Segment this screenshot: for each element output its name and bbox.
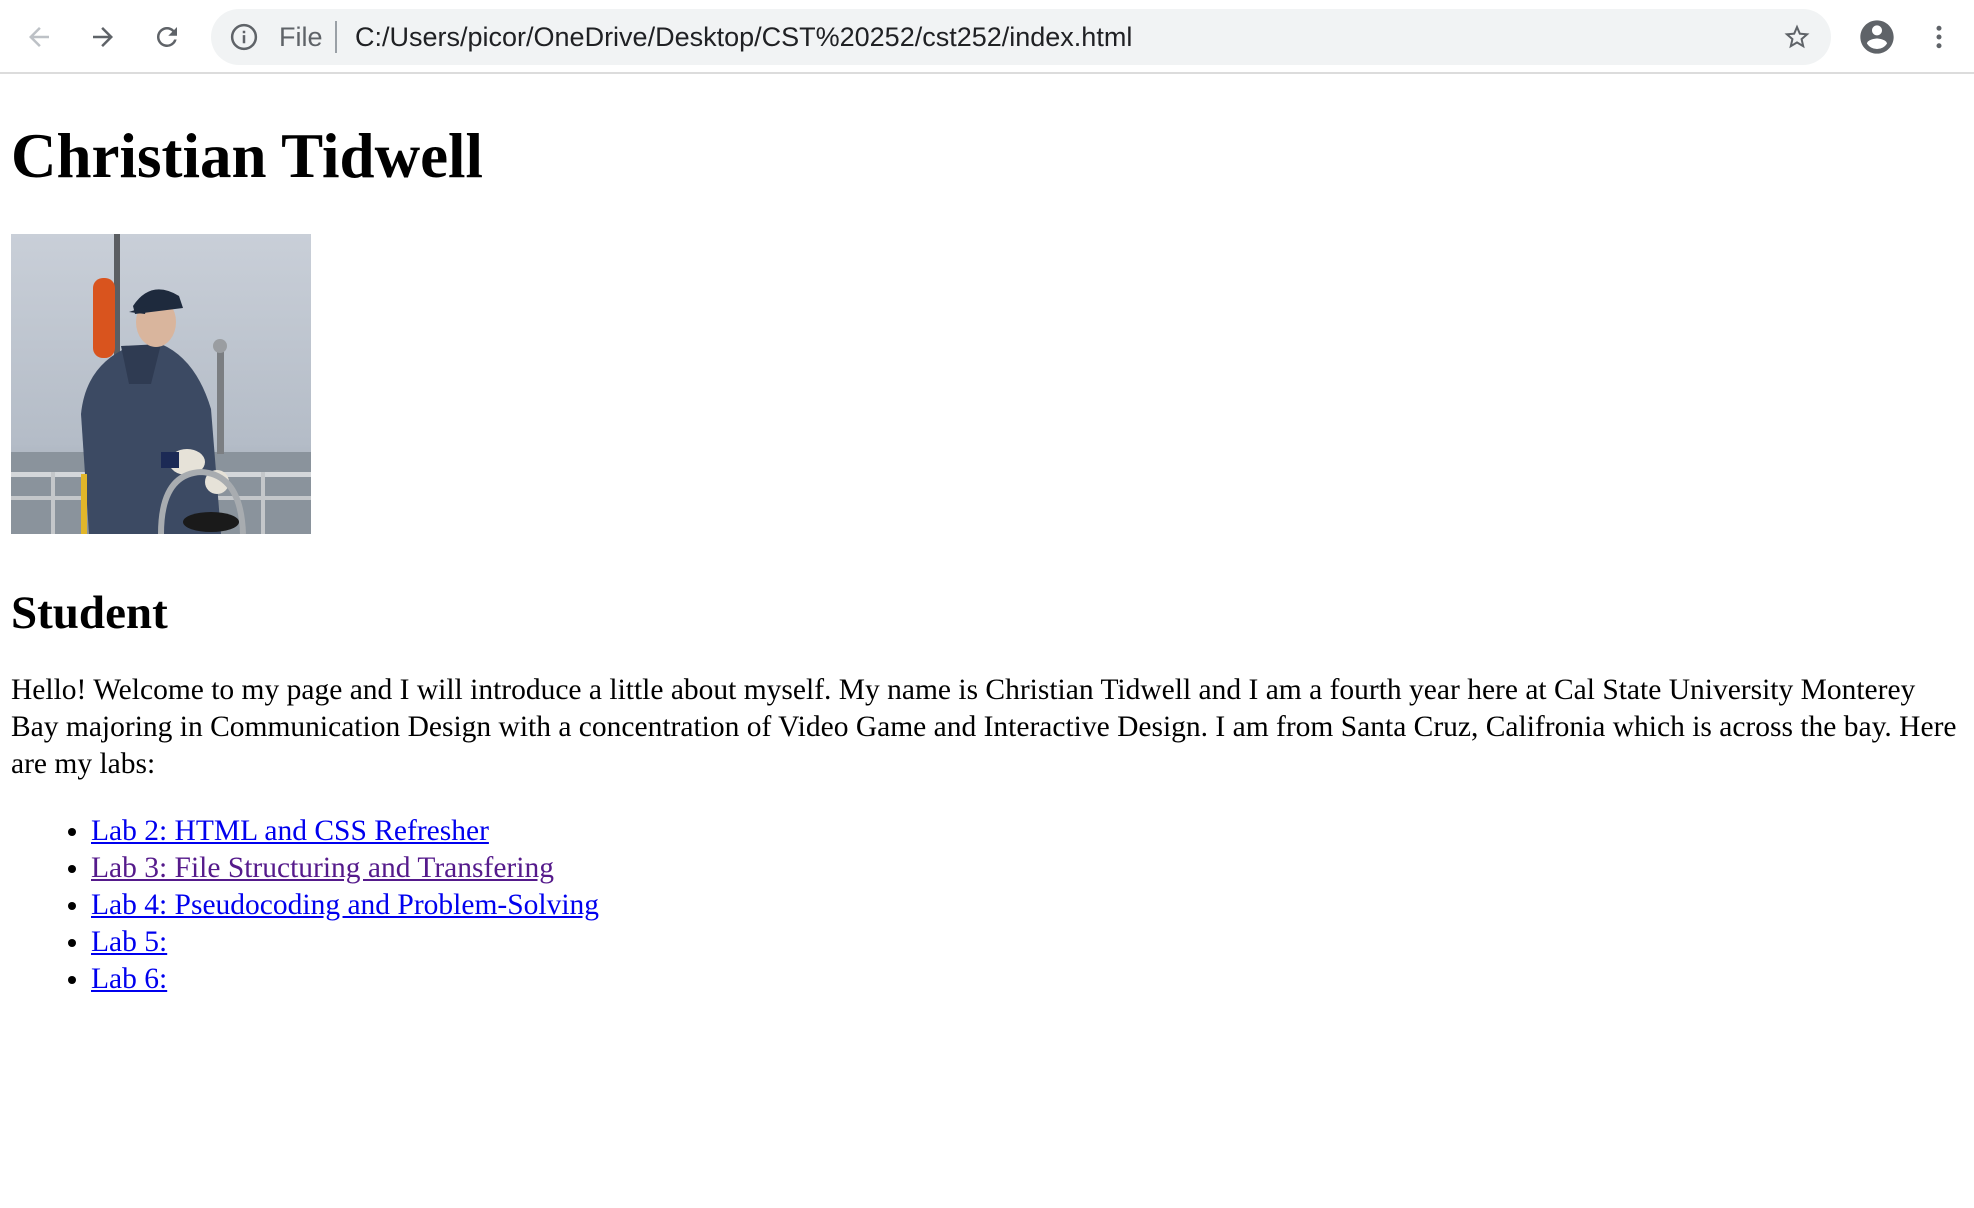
role-heading: Student: [11, 587, 168, 639]
lab-6-link[interactable]: Lab 6:: [91, 963, 167, 995]
back-button[interactable]: [14, 12, 64, 62]
browser-menu-button[interactable]: [1914, 12, 1964, 62]
address-bar[interactable]: File C:/Users/picor/OneDrive/Desktop/CST…: [211, 9, 1831, 65]
info-icon[interactable]: [229, 22, 259, 52]
omnibox-divider: [335, 21, 337, 53]
scheme-label[interactable]: File: [279, 21, 323, 53]
forward-button[interactable]: [78, 12, 128, 62]
lab-4-link[interactable]: Lab 4: Pseudocoding and Problem-Solving: [91, 889, 599, 921]
list-item: Lab 6:: [91, 961, 1963, 998]
list-item: Lab 4: Pseudocoding and Problem-Solving: [91, 887, 1963, 924]
list-item: Lab 5:: [91, 924, 1963, 961]
lab-5-link[interactable]: Lab 5:: [91, 926, 167, 958]
url-text[interactable]: C:/Users/picor/OneDrive/Desktop/CST%2025…: [355, 21, 1132, 53]
reload-icon: [156, 26, 177, 47]
lab-3-link[interactable]: Lab 3: File Structuring and Transfering: [91, 852, 554, 884]
page-title: Christian Tidwell: [11, 121, 484, 191]
arrow-right-icon: [93, 27, 113, 47]
list-item: Lab 3: File Structuring and Transfering: [91, 850, 1963, 887]
kebab-menu-icon: [1936, 25, 1942, 49]
account-circle-icon: [1860, 20, 1894, 54]
page-content: Christian Tidwell Student Hello! Welcome…: [0, 76, 1974, 1208]
star-icon: [1784, 24, 1810, 49]
browser-toolbar: File C:/Users/picor/OneDrive/Desktop/CST…: [0, 0, 1974, 74]
list-item: Lab 2: HTML and CSS Refresher: [91, 813, 1963, 850]
profile-photo: [11, 234, 311, 534]
profile-button[interactable]: [1852, 12, 1902, 62]
bio-paragraph: Hello! Welcome to my page and I will int…: [11, 674, 1957, 780]
arrow-left-icon: [29, 27, 49, 47]
lab-2-link[interactable]: Lab 2: HTML and CSS Refresher: [91, 815, 489, 847]
labs-list: Lab 2: HTML and CSS Refresher Lab 3: Fil…: [11, 813, 1963, 998]
reload-button[interactable]: [142, 12, 192, 62]
bookmark-button[interactable]: [1779, 19, 1815, 55]
